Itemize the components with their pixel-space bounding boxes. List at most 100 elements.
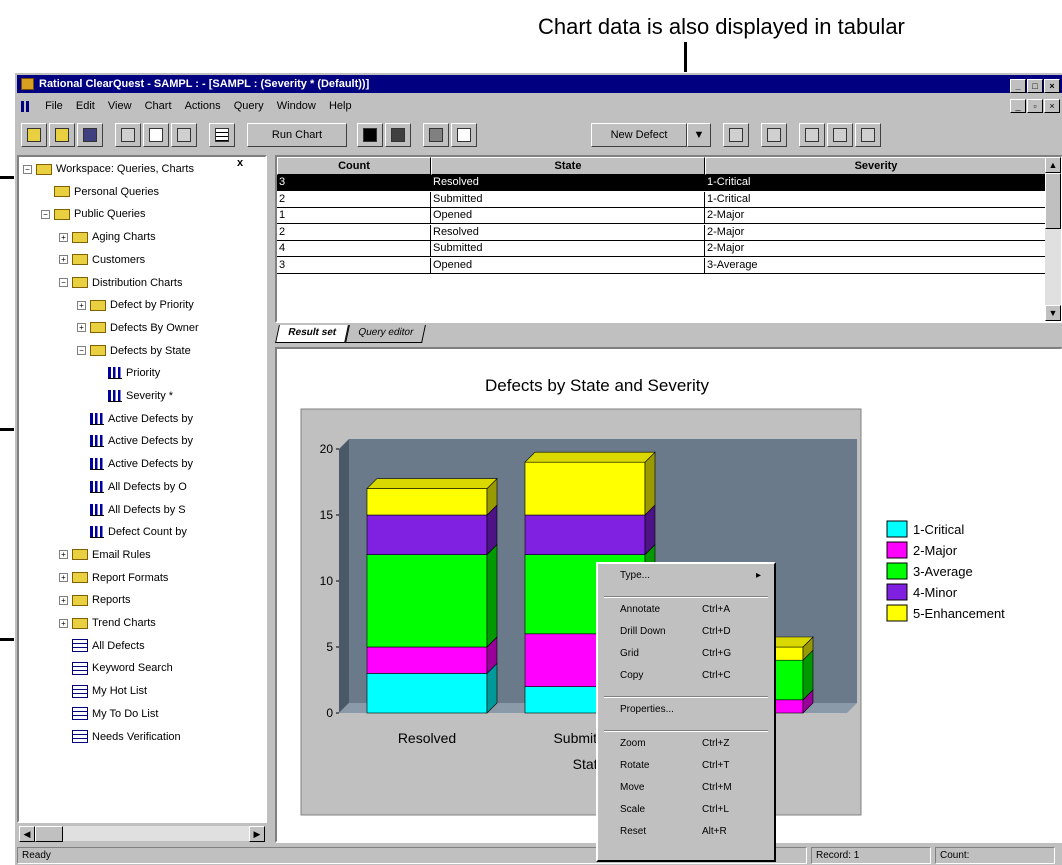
table-cell[interactable]: 2 <box>277 191 431 208</box>
table-cell[interactable]: 3 <box>277 175 431 191</box>
collapse-icon[interactable]: − <box>77 346 86 356</box>
menu-chart[interactable]: Chart <box>140 97 177 115</box>
tree-item[interactable]: Priority <box>95 363 160 383</box>
report-button[interactable] <box>855 123 881 147</box>
context-menu-item[interactable]: Drill Down Ctrl+D <box>620 626 731 637</box>
tree-item[interactable]: − Distribution Charts <box>59 273 182 293</box>
context-menu-item[interactable]: Zoom Ctrl+Z <box>620 738 730 749</box>
tree-item[interactable]: − Defects by State <box>77 341 191 361</box>
column-header-count[interactable]: Count <box>277 157 431 175</box>
new-query-button[interactable] <box>21 123 47 147</box>
tree-item[interactable]: My To Do List <box>59 704 158 724</box>
menu-window[interactable]: Window <box>272 97 321 115</box>
tree-item[interactable]: + Defect by Priority <box>77 295 194 315</box>
new-defect-button[interactable]: New Defect <box>591 123 687 147</box>
grid-button[interactable] <box>209 123 235 147</box>
expand-icon[interactable]: + <box>77 323 86 333</box>
expand-icon[interactable]: + <box>59 618 68 628</box>
tree-item[interactable]: Needs Verification <box>59 727 181 747</box>
table-cell[interactable]: Submitted <box>431 241 705 257</box>
menu-query[interactable]: Query <box>229 97 269 115</box>
workspace-close-button[interactable]: x <box>237 157 243 169</box>
expand-icon[interactable]: + <box>77 300 86 310</box>
tree-item[interactable]: All Defects <box>59 636 145 656</box>
context-menu-item[interactable]: Copy Ctrl+C <box>620 670 731 681</box>
tree-item[interactable]: Active Defects by <box>77 409 193 429</box>
doc-close-button[interactable]: × <box>1044 99 1060 113</box>
menu-actions[interactable]: Actions <box>180 97 226 115</box>
tree-item[interactable]: + Customers <box>59 250 145 270</box>
table-cell[interactable]: 3 <box>277 257 431 274</box>
context-menu-item[interactable]: Annotate Ctrl+A <box>620 604 730 615</box>
table-cell[interactable]: 3-Average <box>705 257 1047 274</box>
expand-icon[interactable]: + <box>59 595 68 605</box>
tree-item[interactable]: + Reports <box>59 590 131 610</box>
table-cell[interactable]: Resolved <box>431 175 705 191</box>
new-defect-dropdown[interactable]: ▼ <box>687 123 711 147</box>
run-chart-button[interactable]: Run Chart <box>247 123 347 147</box>
menu-edit[interactable]: Edit <box>71 97 100 115</box>
tab-result-set[interactable]: Result set <box>275 325 349 343</box>
tree-item[interactable]: Personal Queries <box>41 182 159 202</box>
document-chart-icon[interactable] <box>21 100 33 112</box>
scroll-up-icon[interactable]: ▲ <box>1045 157 1061 173</box>
minimize-button[interactable]: _ <box>1010 79 1026 93</box>
menu-help[interactable]: Help <box>324 97 357 115</box>
table-cell[interactable]: 1-Critical <box>705 191 1047 208</box>
table-cell[interactable]: 2-Major <box>705 224 1047 241</box>
scroll-thumb[interactable] <box>35 826 63 842</box>
context-menu-item[interactable]: Grid Ctrl+G <box>620 648 731 659</box>
context-menu-item[interactable]: Rotate Ctrl+T <box>620 760 730 771</box>
expand-icon[interactable]: + <box>59 550 68 560</box>
tree-item[interactable]: All Defects by O <box>77 477 187 497</box>
collapse-icon[interactable]: − <box>41 209 50 219</box>
context-menu-item[interactable]: Scale Ctrl+L <box>620 804 729 815</box>
tree-item[interactable]: Active Defects by <box>77 431 193 451</box>
cut-button[interactable] <box>115 123 141 147</box>
column-header-severity[interactable]: Severity <box>705 157 1047 175</box>
table-cell[interactable]: 1 <box>277 208 431 224</box>
chart-wizard-button[interactable] <box>827 123 853 147</box>
tree-item[interactable]: Defect Count by <box>77 522 187 542</box>
table-cell[interactable]: 2-Major <box>705 241 1047 257</box>
help-pointer-button[interactable] <box>451 123 477 147</box>
filter-button[interactable] <box>799 123 825 147</box>
context-menu-item[interactable]: Type... ▸ <box>620 570 761 581</box>
tree-item[interactable]: Severity * <box>95 386 173 406</box>
tree-item[interactable]: + Defects By Owner <box>77 318 199 338</box>
close-button[interactable]: × <box>1044 79 1060 93</box>
context-menu-item[interactable]: Move Ctrl+M <box>620 782 732 793</box>
save-button[interactable] <box>77 123 103 147</box>
context-menu-item[interactable]: Properties... <box>620 704 674 715</box>
find-button[interactable] <box>357 123 383 147</box>
menu-file[interactable]: File <box>40 97 68 115</box>
table-cell[interactable]: Opened <box>431 257 705 274</box>
table-cell[interactable]: 2 <box>277 224 431 241</box>
tree-item[interactable]: Active Defects by <box>77 454 193 474</box>
tree-item[interactable]: + Aging Charts <box>59 227 156 247</box>
maximize-button[interactable]: □ <box>1027 79 1043 93</box>
context-menu-item[interactable]: Reset Alt+R <box>620 826 727 837</box>
tree-item[interactable]: + Report Formats <box>59 568 168 588</box>
collapse-icon[interactable]: − <box>23 164 32 174</box>
grid-scroll-thumb[interactable] <box>1045 173 1061 229</box>
tab-query-editor[interactable]: Query editor <box>344 325 426 343</box>
column-header-state[interactable]: State <box>431 157 705 175</box>
table-cell[interactable]: 4 <box>277 241 431 257</box>
doc-minimize-button[interactable]: _ <box>1010 99 1026 113</box>
paste-button[interactable] <box>171 123 197 147</box>
scroll-right-icon[interactable]: ▶ <box>249 826 265 842</box>
collapse-icon[interactable]: − <box>59 278 68 288</box>
print-button[interactable] <box>423 123 449 147</box>
tree-item[interactable]: All Defects by S <box>77 500 186 520</box>
scroll-left-icon[interactable]: ◀ <box>19 826 35 842</box>
open-button[interactable] <box>49 123 75 147</box>
tree-item[interactable]: + Email Rules <box>59 545 151 565</box>
expand-icon[interactable]: + <box>59 255 68 265</box>
tree-item[interactable]: Keyword Search <box>59 658 173 678</box>
tree-item[interactable]: + Trend Charts <box>59 613 156 633</box>
copy-button[interactable] <box>143 123 169 147</box>
table-cell[interactable]: 1-Critical <box>705 175 1047 191</box>
table-cell[interactable]: Opened <box>431 208 705 224</box>
tree-horizontal-scrollbar[interactable]: ◀ ▶ <box>19 825 265 842</box>
